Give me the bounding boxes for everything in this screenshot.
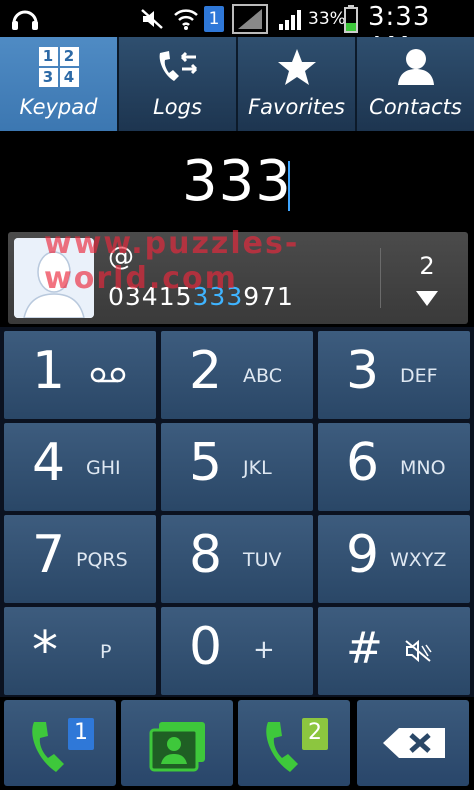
voicemail-icon xyxy=(90,367,126,383)
contact-card-icon xyxy=(149,722,205,772)
tab-logs[interactable]: Logs xyxy=(119,37,238,131)
delete-button[interactable] xyxy=(357,700,469,786)
key-digit: # xyxy=(346,623,383,674)
contact-icon xyxy=(397,49,434,85)
keypad-icon: 1 2 3 4 xyxy=(38,47,79,87)
contact-suggestion[interactable]: @ 03415333971 2 xyxy=(8,232,468,324)
key-letters: DEF xyxy=(400,365,438,387)
tab-label: Contacts xyxy=(369,95,462,119)
key-5[interactable]: 5 JKL xyxy=(161,423,313,511)
phone-match-highlight: 333 xyxy=(192,282,244,311)
key-digit: 9 xyxy=(346,525,380,585)
key-digit: 2 xyxy=(189,341,223,401)
tab-favorites[interactable]: Favorites xyxy=(238,37,357,131)
backspace-icon xyxy=(383,728,445,758)
contact-name: @ xyxy=(108,242,134,272)
tab-label: Logs xyxy=(153,95,202,119)
avatar xyxy=(14,238,94,318)
key-9[interactable]: 9 WXYZ xyxy=(318,515,470,603)
silent-mode-icon xyxy=(405,639,432,663)
key-letters: PQRS xyxy=(76,549,128,571)
sim-badge: 1 xyxy=(74,720,88,745)
sim-badge: 2 xyxy=(308,720,322,745)
headset-icon xyxy=(12,10,38,30)
key-2[interactable]: 2 ABC xyxy=(161,331,313,419)
default-avatar-icon xyxy=(14,238,94,318)
phone-icon xyxy=(32,718,94,772)
key-star[interactable]: * P xyxy=(4,607,156,695)
key-digit: 5 xyxy=(189,433,223,493)
call-sim2-button[interactable]: 2 xyxy=(238,700,350,786)
tab-contacts[interactable]: Contacts xyxy=(357,37,474,131)
key-digit: 7 xyxy=(32,525,66,585)
battery-icon xyxy=(344,5,358,33)
key-7[interactable]: 7 PQRS xyxy=(4,515,156,603)
status-bar: 1 33% 3:33 AM xyxy=(0,0,474,62)
key-8[interactable]: 8 TUV xyxy=(161,515,313,603)
key-letters: + xyxy=(253,635,275,665)
key-digit: 6 xyxy=(346,433,380,493)
mute-icon xyxy=(141,9,163,29)
key-4[interactable]: 4 GHI xyxy=(4,423,156,511)
key-letters: WXYZ xyxy=(390,549,447,571)
tab-label: Favorites xyxy=(248,95,345,119)
tab-bar: 1 2 3 4 Keypad Logs Favorites Contacts xyxy=(0,37,474,131)
key-digit: 8 xyxy=(189,525,223,585)
key-letters: P xyxy=(100,641,112,663)
key-0[interactable]: 0 + xyxy=(161,607,313,695)
call-sim1-button[interactable]: 1 xyxy=(4,700,116,786)
key-letters: JKL xyxy=(243,457,272,479)
key-3[interactable]: 3 DEF xyxy=(318,331,470,419)
match-count: 2 xyxy=(419,252,435,280)
logs-icon xyxy=(159,51,197,81)
battery-percent: 33% xyxy=(308,9,346,29)
key-digit: 0 xyxy=(189,617,223,677)
key-digit: 4 xyxy=(32,433,66,493)
wifi-icon xyxy=(174,9,198,30)
key-digit: 3 xyxy=(346,341,380,401)
tab-keypad[interactable]: 1 2 3 4 Keypad xyxy=(0,37,119,131)
tab-label: Keypad xyxy=(19,95,98,119)
key-digit: 1 xyxy=(32,341,66,401)
key-letters: ABC xyxy=(243,365,282,387)
add-contact-button[interactable] xyxy=(121,700,233,786)
key-letters: TUV xyxy=(243,549,282,571)
phone-icon xyxy=(266,718,328,772)
divider xyxy=(380,248,381,308)
text-cursor xyxy=(288,161,290,211)
dial-keypad: 1 2 ABC 3 DEF 4 GHI 5 JKL 6 MNO 7 PQRS 8… xyxy=(0,327,474,697)
no-signal-icon xyxy=(232,4,268,34)
expand-arrow-icon[interactable] xyxy=(415,290,439,308)
key-letters: GHI xyxy=(86,457,121,479)
key-letters: MNO xyxy=(400,457,446,479)
key-hash[interactable]: # xyxy=(318,607,470,695)
number-display[interactable]: 333 xyxy=(0,131,474,229)
dialed-number: 333 xyxy=(182,149,292,214)
action-bar: 1 2 xyxy=(0,697,474,790)
key-1[interactable]: 1 xyxy=(4,331,156,419)
contact-phone: 03415333971 xyxy=(108,282,294,311)
key-6[interactable]: 6 MNO xyxy=(318,423,470,511)
star-icon xyxy=(277,49,316,85)
key-digit: * xyxy=(32,621,58,681)
sim-icon: 1 xyxy=(204,6,224,32)
signal-icon xyxy=(279,10,301,30)
